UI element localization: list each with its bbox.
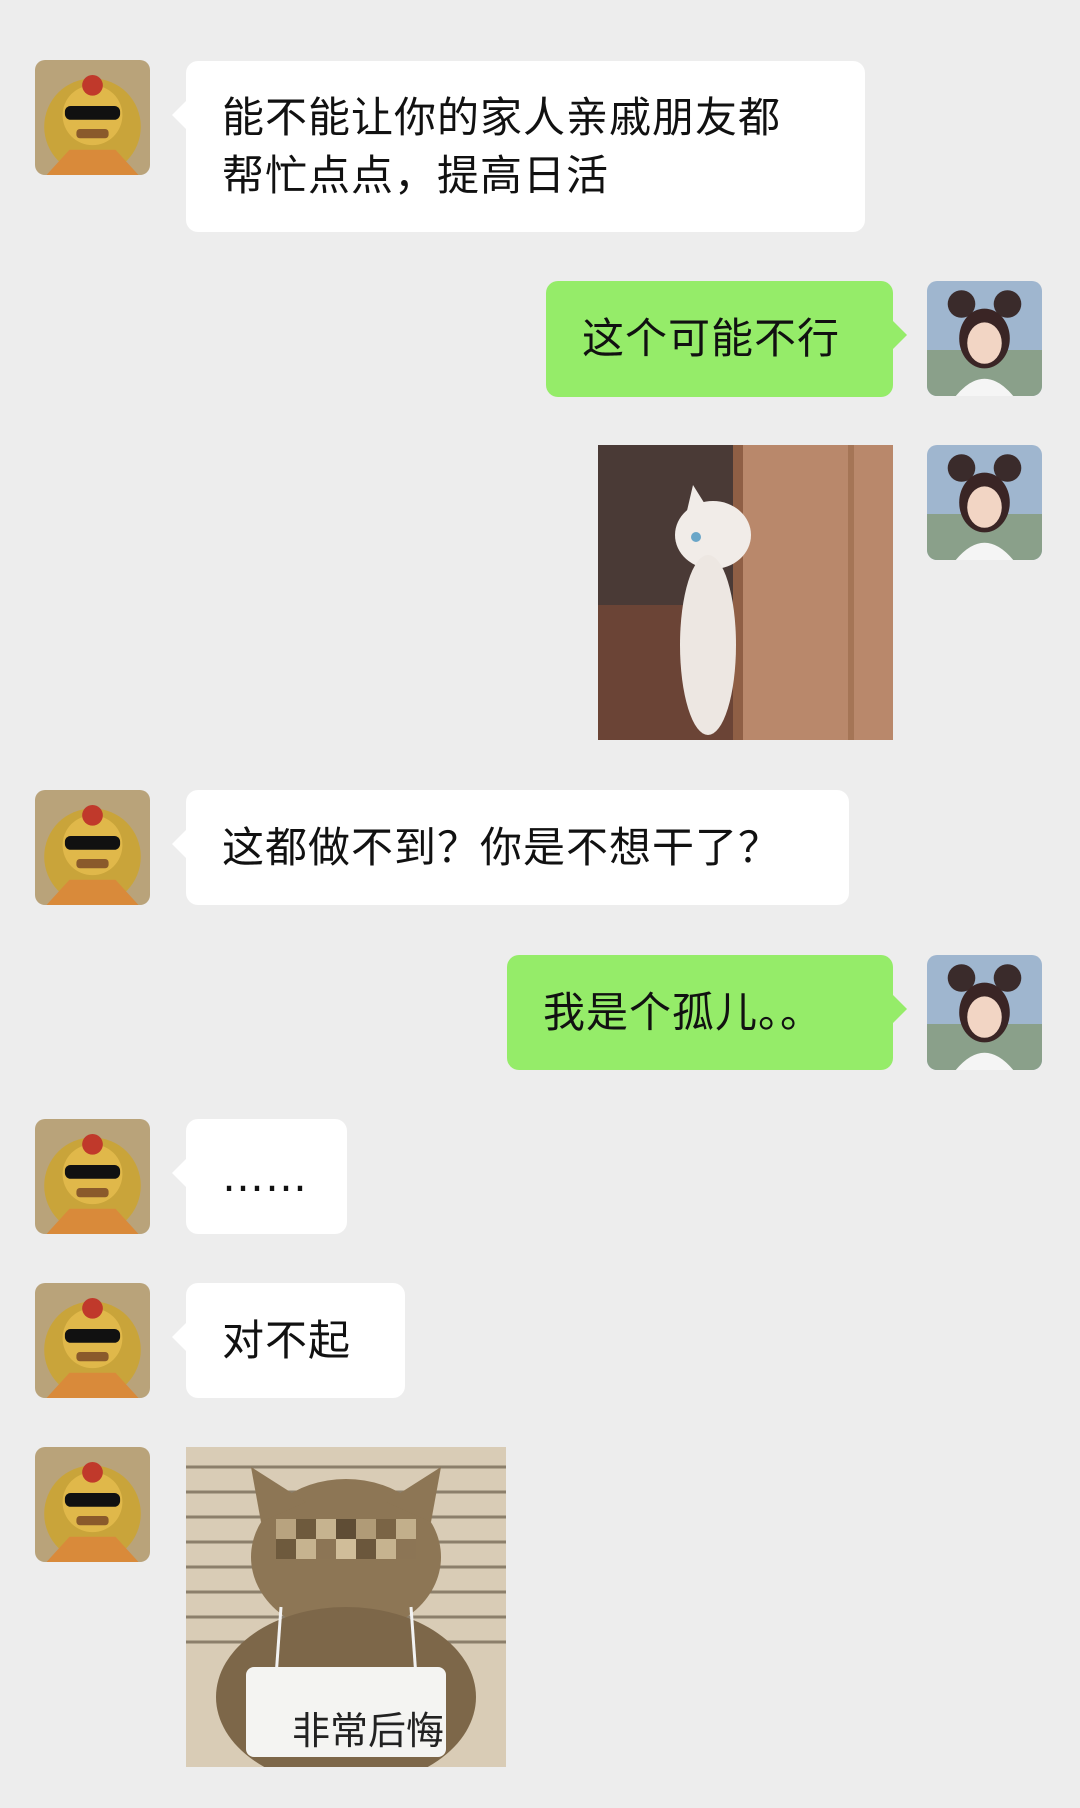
lion-avatar-icon[interactable] <box>35 60 150 175</box>
message-bubble[interactable]: …… <box>172 1119 347 1234</box>
message-bubble[interactable]: 我是个孤儿。。 <box>507 955 907 1070</box>
lion-avatar-icon[interactable] <box>35 790 150 905</box>
girl-avatar-icon[interactable] <box>927 281 1042 396</box>
message-text: 我是个孤儿。。 <box>543 987 824 1037</box>
message-text: 对不起 <box>222 1315 352 1365</box>
cat-peeking-sticker-icon[interactable] <box>598 445 893 740</box>
message-text: 这个可能不行 <box>582 314 841 363</box>
girl-avatar-icon[interactable] <box>927 955 1042 1070</box>
message-bubble[interactable]: 这都做不到？你是不想干了？ <box>172 790 849 905</box>
message-text: …… <box>222 1151 308 1201</box>
lion-avatar-icon[interactable] <box>35 1283 150 1398</box>
lion-avatar-icon[interactable] <box>35 1447 150 1562</box>
girl-avatar-icon[interactable] <box>927 445 1042 560</box>
message-bubble[interactable]: 对不起 <box>172 1283 405 1398</box>
sticker-sign-text: 非常后悔 <box>291 1709 444 1753</box>
message-text: 这都做不到？你是不想干了？ <box>222 822 782 872</box>
lion-avatar-icon[interactable] <box>35 1119 150 1234</box>
message-bubble[interactable]: 这个可能不行 <box>546 281 907 397</box>
message-bubble[interactable]: 能不能让你的家人亲戚朋友都 帮忙点点，提高日活 <box>172 61 865 232</box>
message-text: 能不能让你的家人亲戚朋友都 帮忙点点，提高日活 <box>222 92 782 200</box>
